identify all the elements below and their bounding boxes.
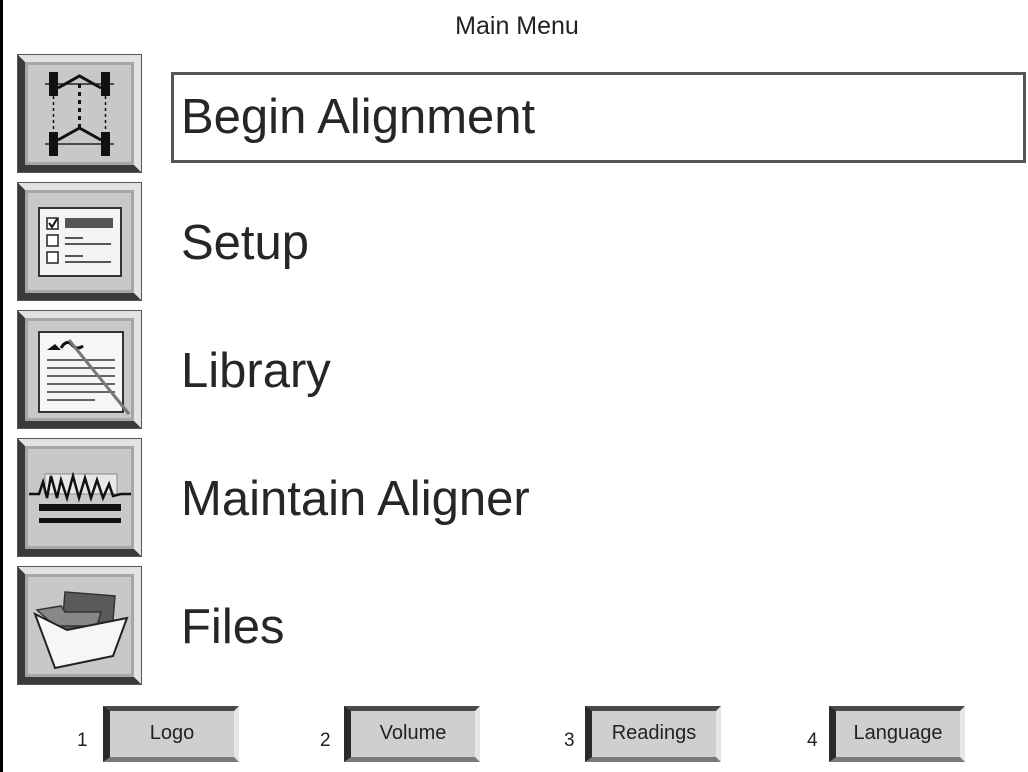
- menu-item-files[interactable]: Files: [181, 603, 284, 652]
- readings-key-button[interactable]: Readings: [585, 706, 721, 762]
- fkey-number-2: 2: [320, 730, 331, 751]
- vehicle-alignment-icon: [45, 72, 114, 156]
- menu-item-maintain-aligner[interactable]: Maintain Aligner: [181, 475, 530, 524]
- library-button[interactable]: [17, 310, 142, 429]
- signal-waveform-icon: [29, 471, 131, 523]
- fkey-number-4: 4: [807, 730, 818, 751]
- volume-key-button[interactable]: Volume: [344, 706, 480, 762]
- menu-item-setup[interactable]: Setup: [181, 219, 309, 268]
- maintain-aligner-button[interactable]: [17, 438, 142, 557]
- menu-item-begin-alignment[interactable]: Begin Alignment: [181, 93, 535, 142]
- checklist-icon: [38, 207, 122, 277]
- document-library-icon: [38, 331, 131, 415]
- language-key-button[interactable]: Language: [829, 706, 965, 762]
- main-menu-screen: Main Menu Begin Alignment Setup Library …: [0, 0, 1028, 772]
- fkey-number-3: 3: [564, 730, 575, 751]
- begin-alignment-button[interactable]: [17, 54, 142, 173]
- setup-button[interactable]: [17, 182, 142, 301]
- files-button[interactable]: [17, 566, 142, 685]
- fkey-number-1: 1: [77, 730, 88, 751]
- menu-item-library[interactable]: Library: [181, 347, 331, 396]
- open-folder-icon: [33, 591, 129, 670]
- logo-key-button[interactable]: Logo: [103, 706, 239, 762]
- page-title: Main Menu: [455, 12, 579, 40]
